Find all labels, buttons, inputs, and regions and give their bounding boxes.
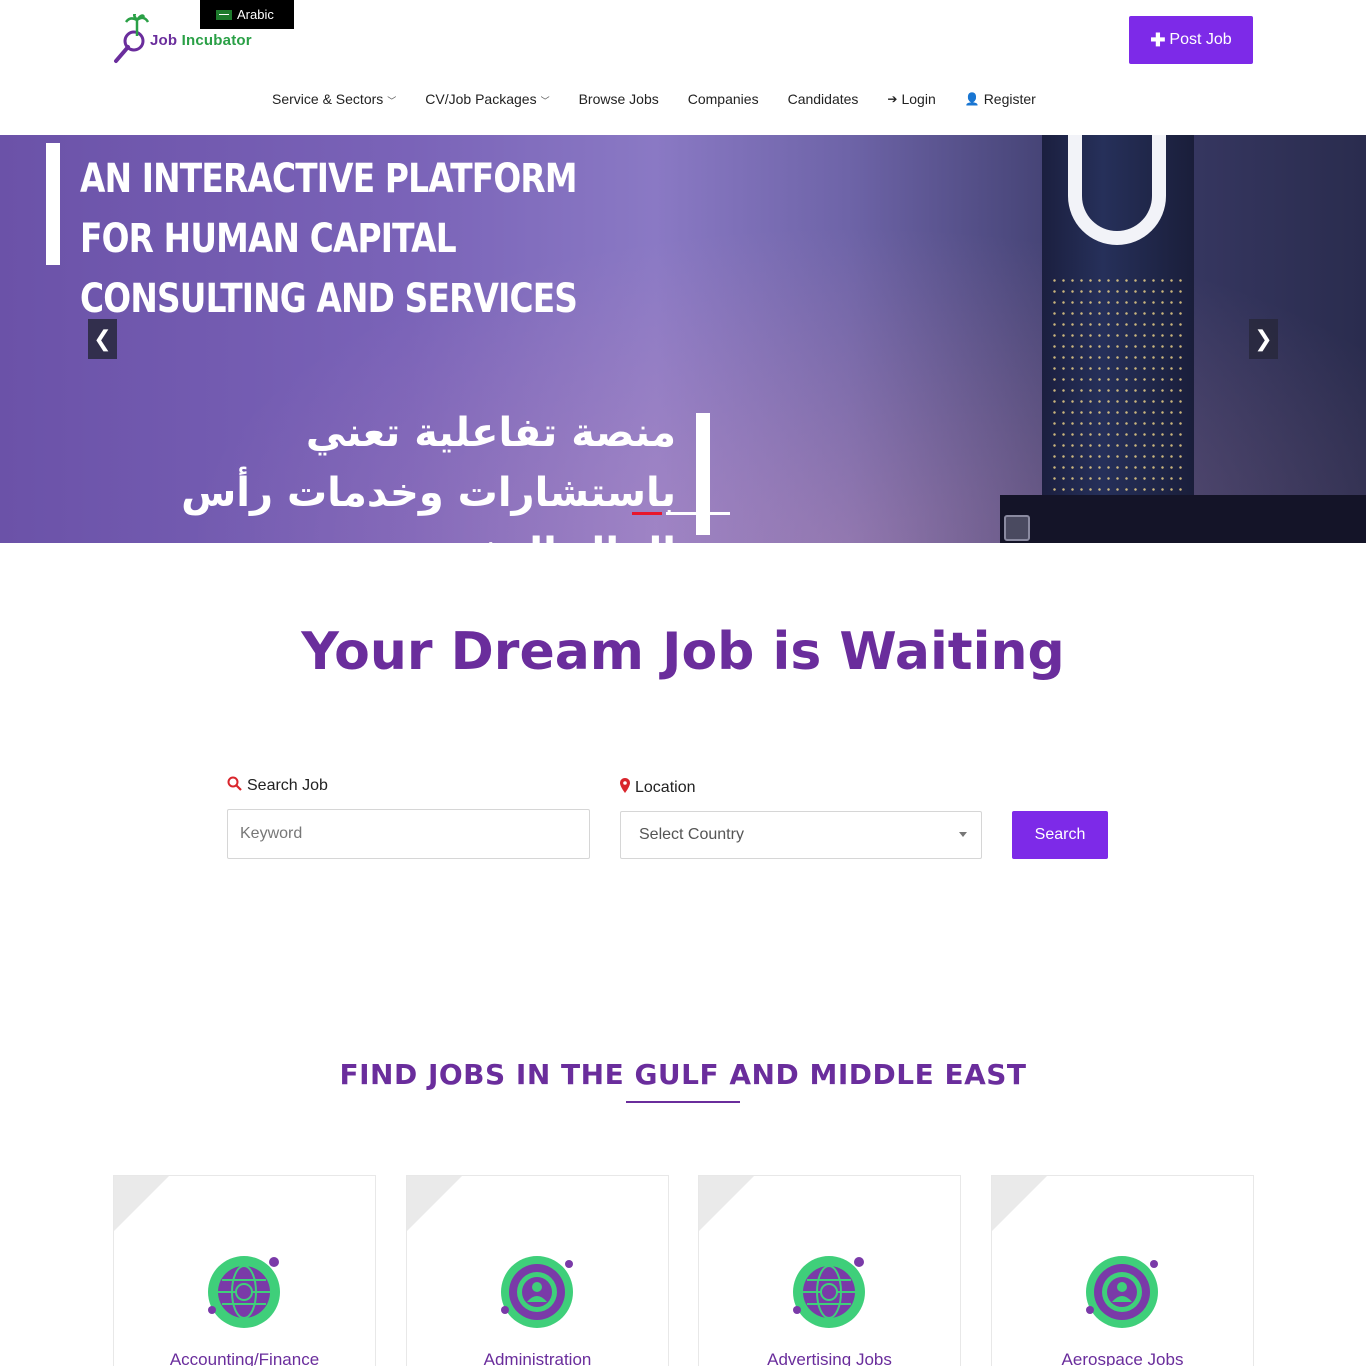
- keyword-input[interactable]: [227, 809, 590, 859]
- city-skyline-image: [1000, 495, 1366, 543]
- card-corner-decoration: [407, 1176, 462, 1231]
- carousel-dot[interactable]: [700, 512, 730, 515]
- hero-carousel: An Interactive Platform for Human Capita…: [0, 135, 1366, 543]
- hero-accent-bar: [46, 143, 60, 265]
- category-card-administration[interactable]: Administration: [406, 1175, 669, 1366]
- section-heading: FIND JOBS IN THE GULF AND MIDDLE EAST: [339, 1058, 1027, 1091]
- globe-dollar-icon: [793, 1256, 865, 1328]
- label-text: Search Job: [247, 776, 328, 794]
- nav-label: CV/Job Packages: [425, 91, 537, 107]
- nav-login[interactable]: ➔ Login: [887, 91, 935, 107]
- magnifier-palm-icon: [114, 14, 150, 63]
- nav-cv-job-packages[interactable]: CV/Job Packages ﹀: [425, 91, 549, 107]
- search-button[interactable]: Search: [1012, 811, 1108, 859]
- page-heading: Your Dream Job is Waiting: [301, 622, 1065, 682]
- carousel-dot[interactable]: [632, 512, 662, 515]
- search-job-label: Search Job: [227, 776, 328, 795]
- carousel-indicators: [632, 512, 730, 515]
- logo-text: Job Incubator: [150, 32, 252, 49]
- nav-companies[interactable]: Companies: [688, 91, 759, 107]
- category-card-aerospace[interactable]: Aerospace Jobs: [991, 1175, 1254, 1366]
- nav-browse-jobs[interactable]: Browse Jobs: [579, 91, 659, 107]
- plus-icon: ✚: [1150, 29, 1166, 50]
- login-icon: ➔: [887, 92, 898, 106]
- chevron-down-icon: ﹀: [387, 95, 397, 106]
- hero-title-arabic: منصة تفاعلية تعني باستشارات وخدمات رأس ا…: [181, 410, 676, 543]
- hero-accent-bar: [696, 413, 710, 535]
- category-label: Advertising Jobs: [767, 1350, 892, 1366]
- category-label: Aerospace Jobs: [1061, 1350, 1184, 1366]
- card-corner-decoration: [699, 1176, 754, 1231]
- site-logo[interactable]: Job Incubator: [112, 14, 272, 64]
- map-pin-icon: [620, 778, 630, 797]
- post-job-button[interactable]: ✚ Post Job: [1129, 16, 1253, 64]
- gear-person-icon: [1086, 1256, 1158, 1328]
- globe-dollar-icon: [208, 1256, 280, 1328]
- category-label: Administration: [483, 1350, 592, 1366]
- nav-service-sectors[interactable]: Service & Sectors ﹀: [272, 91, 396, 107]
- heading-underline: [626, 1101, 740, 1103]
- gear-person-icon: [501, 1256, 573, 1328]
- post-job-label: Post Job: [1169, 31, 1232, 48]
- card-corner-decoration: [114, 1176, 169, 1231]
- search-icon: [227, 776, 242, 795]
- category-label: Accounting/Finance: [169, 1350, 320, 1366]
- tower-arch-image: [1068, 135, 1166, 245]
- caret-down-icon: [959, 832, 967, 837]
- carousel-next-button[interactable]: ❯: [1249, 319, 1278, 359]
- site-header: Arabic Job Incubator ✚ Post Job Service …: [0, 0, 1366, 135]
- nav-register[interactable]: 👤 Register: [965, 91, 1036, 107]
- chevron-down-icon: ﹀: [540, 95, 550, 106]
- nav-label: Service & Sectors: [272, 91, 384, 107]
- nav-label: Candidates: [787, 91, 859, 107]
- location-label: Location: [620, 778, 696, 797]
- nav-label: Browse Jobs: [578, 91, 659, 107]
- category-card-accounting[interactable]: Accounting/Finance: [113, 1175, 376, 1366]
- carousel-prev-button[interactable]: ❮: [88, 319, 117, 359]
- chevron-right-icon: ❯: [1254, 326, 1273, 351]
- nav-candidates[interactable]: Candidates: [788, 91, 859, 107]
- camera-icon: [1004, 515, 1030, 541]
- user-plus-icon: 👤: [964, 92, 980, 106]
- label-text: Location: [635, 778, 696, 796]
- nav-label: Register: [983, 91, 1036, 107]
- category-card-advertising[interactable]: Advertising Jobs: [698, 1175, 961, 1366]
- card-corner-decoration: [992, 1176, 1047, 1231]
- country-select[interactable]: Select Country: [620, 811, 982, 859]
- country-select-value: Select Country: [639, 826, 744, 843]
- carousel-dot[interactable]: [666, 512, 696, 515]
- nav-label: Companies: [687, 91, 759, 107]
- chevron-left-icon: ❮: [93, 326, 112, 351]
- nav-label: Login: [901, 91, 936, 107]
- hero-title-english: An Interactive Platform for Human Capita…: [80, 156, 578, 322]
- main-nav: Service & Sectors ﹀ CV/Job Packages ﹀ Br…: [272, 88, 1036, 110]
